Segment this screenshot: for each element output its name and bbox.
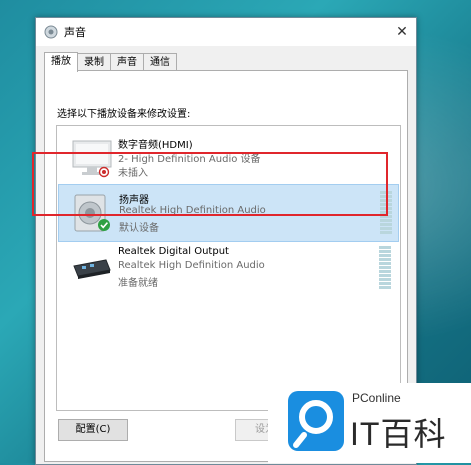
tab-strip: 播放 录制 声音 通信 [44, 52, 177, 72]
device-item-digital-output[interactable]: Realtek Digital Output Realtek High Defi… [58, 240, 397, 296]
selection-highlight-box [32, 152, 388, 216]
window-title: 声音 [64, 26, 86, 39]
pconline-logo-icon [288, 391, 344, 451]
title-bar[interactable]: 声音 ✕ [36, 18, 416, 46]
configure-button[interactable]: 配置(C) [58, 419, 128, 441]
watermark-title: IT百科 [350, 416, 447, 452]
watermark: PConline IT百科 [268, 383, 471, 463]
close-icon: ✕ [396, 24, 408, 40]
watermark-brand: PConline [352, 391, 401, 405]
device-status: 默认设备 [119, 223, 159, 234]
tab-recording[interactable]: 录制 [77, 53, 111, 71]
device-status: 准备就绪 [118, 278, 158, 289]
tab-playback[interactable]: 播放 [44, 52, 78, 72]
tab-communications[interactable]: 通信 [143, 53, 177, 71]
device-name: Realtek Digital Output [118, 246, 229, 257]
device-description: Realtek High Definition Audio [118, 260, 265, 271]
device-name: 数字音频(HDMI) [118, 140, 193, 151]
close-button[interactable]: ✕ [392, 22, 412, 42]
digital-output-icon [73, 259, 111, 279]
instruction-text: 选择以下播放设备来修改设置: [57, 109, 191, 120]
tab-sounds[interactable]: 声音 [110, 53, 144, 71]
level-meter [379, 246, 391, 290]
speaker-icon [44, 25, 58, 39]
